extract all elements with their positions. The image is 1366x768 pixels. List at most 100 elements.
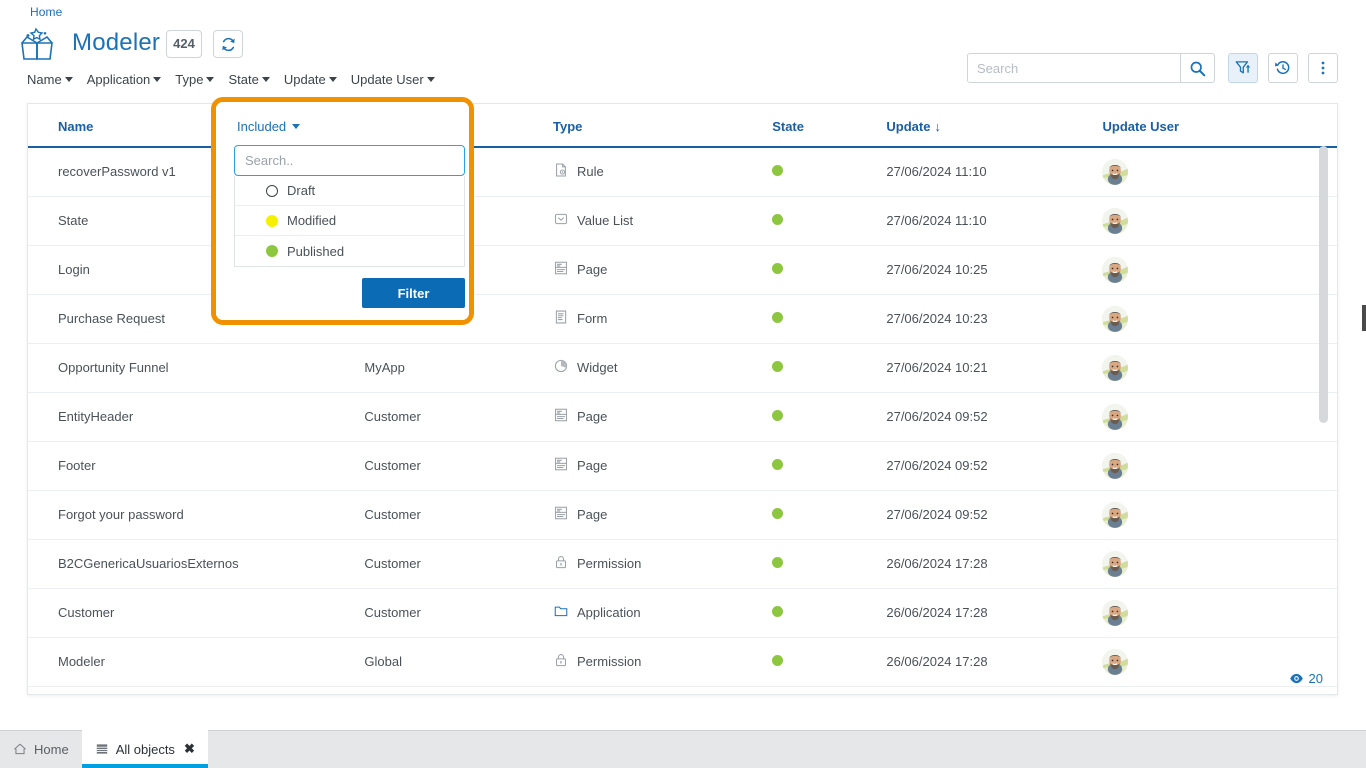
table-row[interactable]: B2CGenericaUsuariosExternosCustomerPermi… [28, 539, 1337, 588]
history-button[interactable] [1268, 53, 1298, 83]
cell-name[interactable]: Footer [28, 441, 364, 490]
cell-type-label: Value List [577, 213, 633, 228]
cell-type-label: Rule [577, 164, 604, 179]
cell-state [772, 294, 886, 343]
user-photo-avatar [1102, 159, 1128, 185]
cell-type: Page [553, 245, 772, 294]
table-scrollbar-thumb[interactable] [1319, 146, 1328, 423]
user-photo-avatar [1102, 600, 1128, 626]
viewport-edge-marker [1362, 305, 1366, 331]
cell-type-label: Page [577, 262, 607, 277]
taskbar-tab-label: Home [34, 742, 69, 757]
cell-state [772, 343, 886, 392]
cell-type: Value List [553, 196, 772, 245]
taskbar-tab-home[interactable]: Home [0, 730, 82, 768]
cell-state [772, 637, 886, 686]
history-clock-icon [1274, 59, 1292, 77]
status-dot-icon [772, 165, 783, 176]
popup-option-modified[interactable]: Modified [235, 206, 464, 236]
global-search[interactable] [967, 53, 1215, 83]
cell-name[interactable]: Opportunity Funnel [28, 343, 364, 392]
popup-option-published[interactable]: Published [235, 236, 464, 266]
cell-type: Page [553, 392, 772, 441]
search-submit-button[interactable] [1180, 54, 1214, 82]
page-layout-icon [553, 260, 569, 279]
refresh-button[interactable] [213, 30, 243, 58]
column-filter-application[interactable]: Application [87, 72, 170, 87]
column-header-type[interactable]: Type [553, 104, 772, 147]
eye-icon [1289, 671, 1304, 686]
column-header-update-user[interactable]: Update User [1102, 104, 1337, 147]
table-row[interactable]: ModelerGlobalPermission26/06/2024 17:28 [28, 637, 1337, 686]
breadcrumb-home-link[interactable]: Home [30, 5, 62, 19]
breadcrumb[interactable]: Home [30, 5, 62, 19]
cell-name[interactable]: Customer [28, 588, 364, 637]
column-filter-label: State [228, 72, 258, 87]
cell-update: 27/06/2024 09:52 [886, 490, 1102, 539]
table-row[interactable]: EntityHeaderCustomerPage27/06/2024 09:52 [28, 392, 1337, 441]
cell-name[interactable]: EntityHeader [28, 392, 364, 441]
page-layout-icon [553, 456, 569, 475]
taskbar-tab-all-objects[interactable]: All objects ✖ [82, 730, 208, 768]
cell-type: Form [553, 294, 772, 343]
column-filter-name[interactable]: Name [27, 72, 81, 87]
view-count: 20 [1289, 671, 1323, 686]
rule-document-gear-icon [553, 162, 569, 181]
table-row[interactable]: Opportunity FunnelMyAppWidget27/06/2024 … [28, 343, 1337, 392]
column-filter-label: Type [175, 72, 203, 87]
popup-search-input[interactable] [234, 145, 465, 176]
refresh-icon [220, 36, 237, 53]
table-row[interactable]: CustomerCustomerApplication26/06/2024 17… [28, 588, 1337, 637]
cell-type-label: Page [577, 409, 607, 424]
chevron-down-icon [262, 77, 270, 82]
cell-name[interactable]: Modeler [28, 637, 364, 686]
column-filter-bar: Name Application Type State Update Updat… [27, 72, 449, 87]
form-document-icon [553, 309, 569, 328]
table-row[interactable]: FooterCustomerPage27/06/2024 09:52 [28, 441, 1337, 490]
filter-toggle-button[interactable] [1228, 53, 1258, 83]
column-header-state[interactable]: State [772, 104, 886, 147]
cell-update-user [1102, 343, 1337, 392]
more-options-button[interactable] [1308, 53, 1338, 83]
status-dot-icon [772, 557, 783, 568]
close-icon[interactable]: ✖ [184, 741, 195, 757]
taskbar-tab-label: All objects [116, 742, 175, 757]
popup-option-label: Published [287, 244, 344, 259]
cell-update-user [1102, 539, 1337, 588]
cell-type-label: Page [577, 458, 607, 473]
column-header-update[interactable]: Update↓ [886, 104, 1102, 147]
status-dot-icon [772, 508, 783, 519]
column-header-update-label: Update [886, 119, 930, 134]
search-input[interactable] [968, 54, 1180, 82]
popup-option-draft[interactable]: Draft [235, 176, 464, 206]
column-filter-type[interactable]: Type [175, 72, 222, 87]
cell-update-user [1102, 294, 1337, 343]
cell-update: 26/06/2024 17:28 [886, 637, 1102, 686]
view-count-value: 20 [1309, 671, 1323, 686]
hollow-circle-icon [266, 185, 278, 197]
popup-mode-selector[interactable]: Included [237, 119, 300, 134]
status-dot-icon [772, 606, 783, 617]
user-photo-avatar [1102, 404, 1128, 430]
chevron-down-icon [206, 77, 214, 82]
status-dot-icon [266, 215, 278, 227]
apply-filter-button[interactable]: Filter [362, 278, 465, 308]
column-filter-label: Update [284, 72, 326, 87]
column-filter-label: Name [27, 72, 62, 87]
table-row[interactable]: Forgot your passwordCustomerPage27/06/20… [28, 490, 1337, 539]
chevron-down-icon [153, 77, 161, 82]
column-filter-update-user[interactable]: Update User [351, 72, 443, 87]
cell-update-user [1102, 196, 1337, 245]
table-scrollbar[interactable] [1319, 146, 1328, 692]
column-filter-update[interactable]: Update [284, 72, 345, 87]
cell-type-label: Permission [577, 654, 641, 669]
cell-name[interactable]: B2CGenericaUsuariosExternos [28, 539, 364, 588]
page-layout-icon [553, 407, 569, 426]
user-photo-avatar [1102, 502, 1128, 528]
cell-name[interactable]: Forgot your password [28, 490, 364, 539]
popup-option-label: Modified [287, 213, 336, 228]
page-layout-icon [553, 505, 569, 524]
app-root: Home Modeler 424 [0, 0, 1366, 768]
column-filter-state[interactable]: State [228, 72, 277, 87]
state-filter-popup: Included Draft Modified Published Filter [216, 102, 469, 320]
